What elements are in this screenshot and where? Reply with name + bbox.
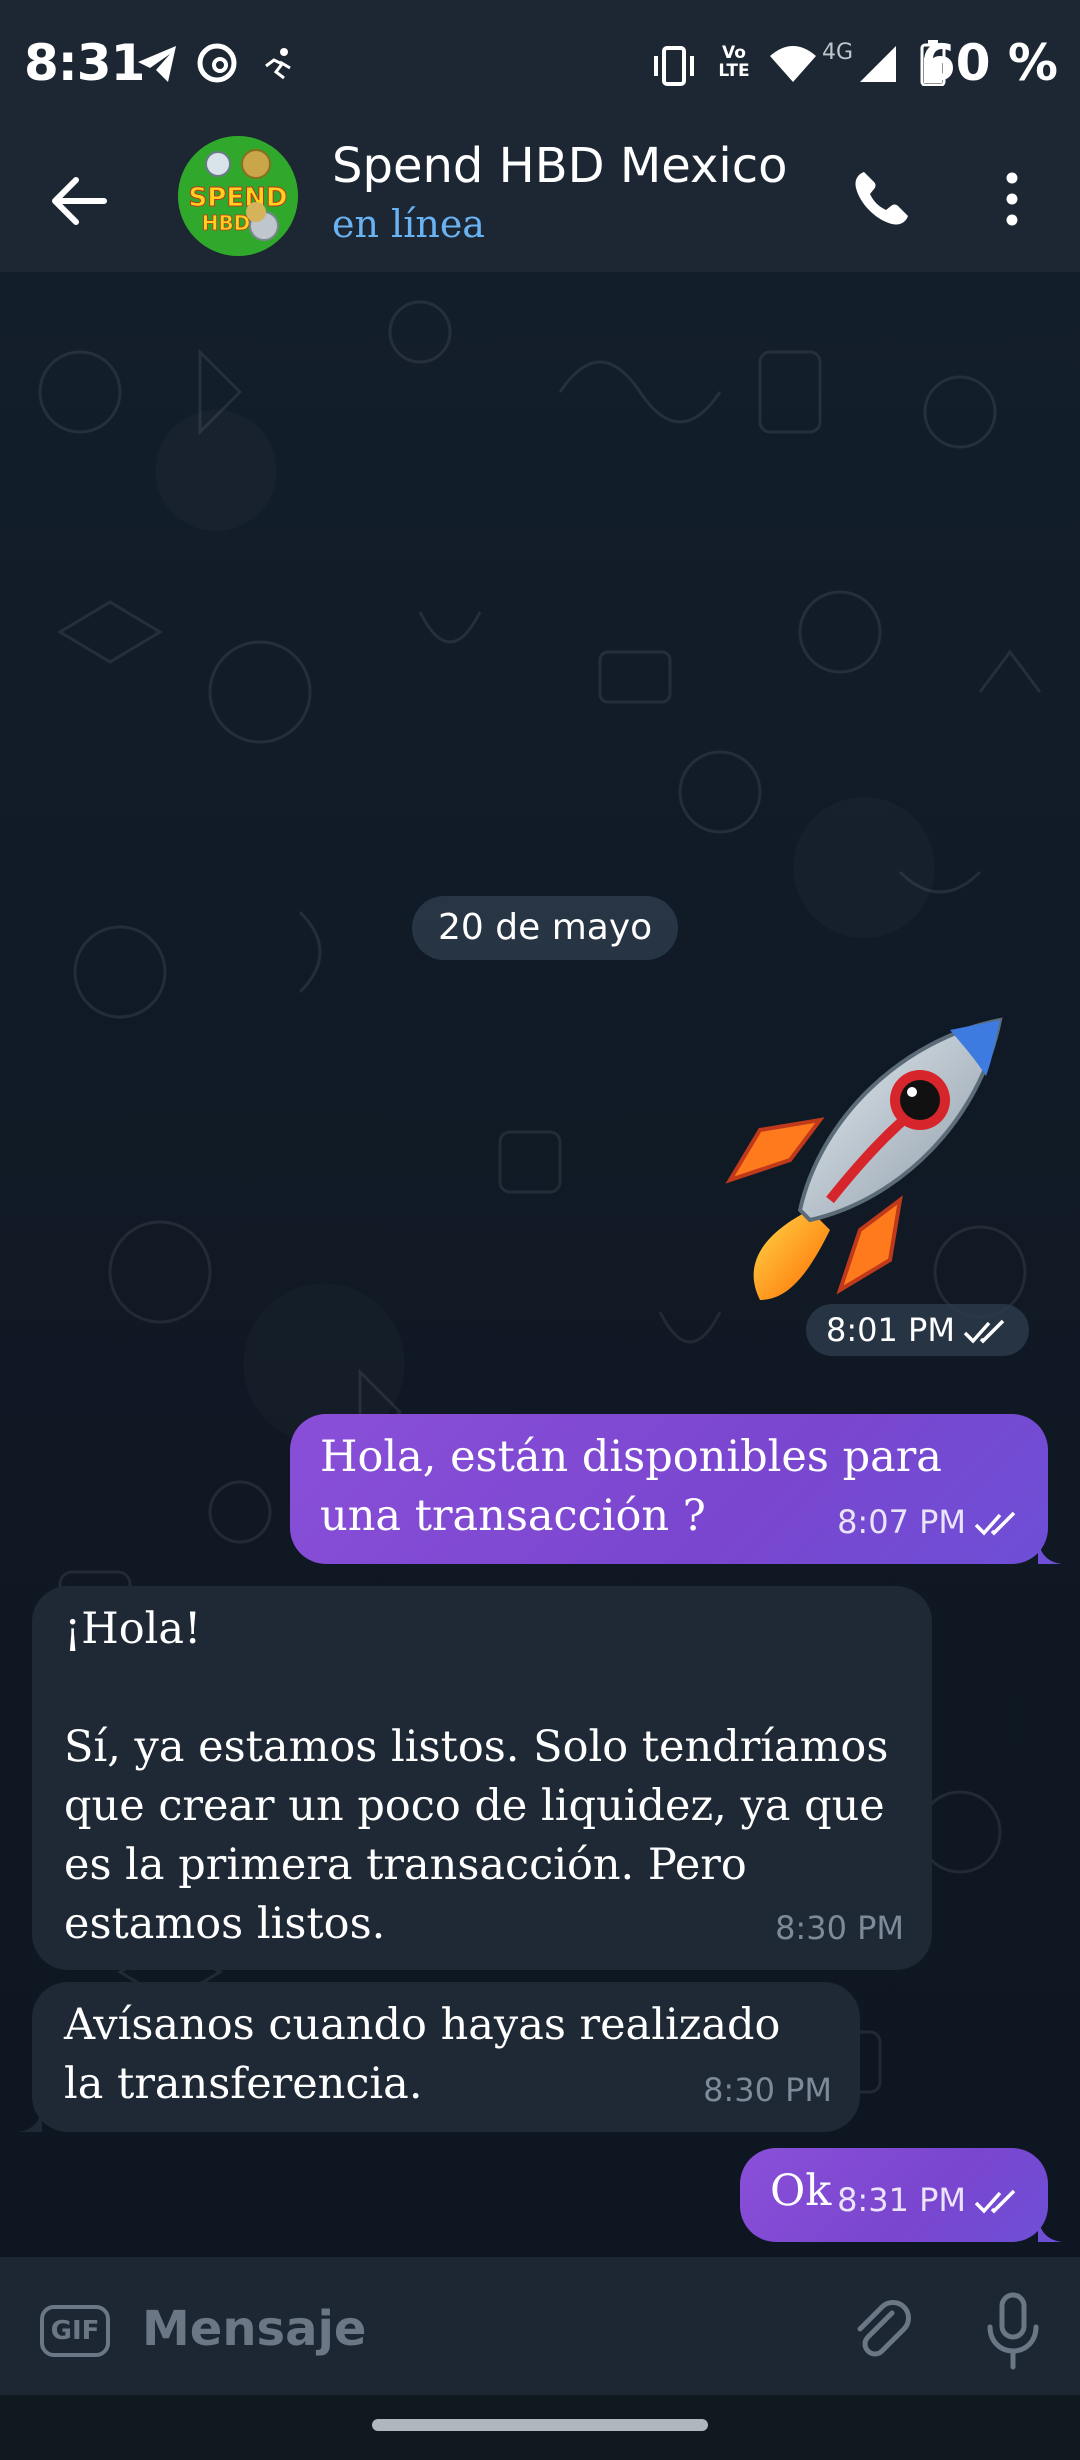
message-bubble-outgoing[interactable]: Hola, están disponibles para una transac… — [290, 1414, 1062, 1564]
more-vertical-icon[interactable] — [990, 164, 1034, 234]
svg-text:HBD: HBD — [202, 211, 251, 235]
message-time: 8:01 PM — [826, 1311, 955, 1349]
svg-text:SPEND: SPEND — [189, 183, 288, 213]
system-nav-bar — [0, 2395, 1080, 2460]
rocket-sticker[interactable] — [700, 1000, 1020, 1320]
message-time: 8:07 PM — [837, 1503, 966, 1541]
phone-icon[interactable] — [846, 164, 916, 234]
back-arrow-icon[interactable] — [44, 166, 114, 236]
gif-button[interactable]: GIF — [40, 2305, 110, 2357]
avatar[interactable]: SPEND HBD — [178, 136, 298, 256]
message-meta: 8:07 PM — [837, 1493, 1020, 1552]
microphone-icon[interactable] — [978, 2291, 1048, 2371]
volte-icon: Vo LTE — [718, 43, 750, 81]
network-type-label: 4G — [822, 40, 854, 65]
wifi-icon — [770, 46, 816, 82]
message-meta: 8:31 PM — [837, 2171, 1020, 2230]
chat-header: SPEND HBD Spend HBD Mexico en línea — [0, 130, 1080, 272]
message-input[interactable] — [140, 2293, 804, 2365]
bubble-tail — [1038, 2212, 1062, 2242]
status-time: 8:31 — [24, 34, 145, 92]
message-time: 8:31 PM — [837, 2181, 966, 2219]
avatar-logo-icon: SPEND HBD — [178, 136, 298, 256]
home-indicator[interactable] — [372, 2419, 708, 2431]
double-check-icon — [963, 1319, 1005, 1344]
message-bubble-outgoing[interactable]: Ok 8:31 PM — [740, 2148, 1062, 2242]
message-time: 8:30 PM — [703, 2071, 832, 2109]
bubble-tail — [18, 2102, 42, 2132]
chat-title[interactable]: Spend HBD Mexico — [332, 138, 787, 194]
vibrate-icon — [654, 46, 694, 86]
status-bar: 8:31 Vo LTE 4G 60 % — [0, 0, 1080, 130]
message-bubble-incoming[interactable]: ¡Hola! Sí, ya estamos listos. Solo tendr… — [32, 1586, 932, 1970]
signal-icon — [860, 46, 896, 82]
online-status: en línea — [332, 202, 485, 246]
double-check-icon — [974, 1511, 1016, 1536]
message-time: 8:30 PM — [775, 1909, 904, 1947]
message-bubble-incoming[interactable]: Avísanos cuando hayas realizado la trans… — [18, 1982, 860, 2132]
threads-icon — [197, 43, 237, 83]
paperclip-icon[interactable] — [846, 2295, 916, 2365]
chat-area[interactable]: 20 de mayo 8:01 PM Hola, están disponibl… — [0, 272, 1080, 2257]
date-separator: 20 de mayo — [412, 896, 679, 960]
bubble-tail — [1038, 1534, 1062, 1564]
battery-percent: 60 % — [920, 34, 1058, 92]
telegram-icon — [138, 46, 176, 82]
double-check-icon — [974, 2189, 1016, 2214]
message-composer: GIF — [0, 2257, 1080, 2395]
sticker-timestamp: 8:01 PM — [806, 1304, 1029, 1356]
activity-icon — [265, 48, 291, 80]
